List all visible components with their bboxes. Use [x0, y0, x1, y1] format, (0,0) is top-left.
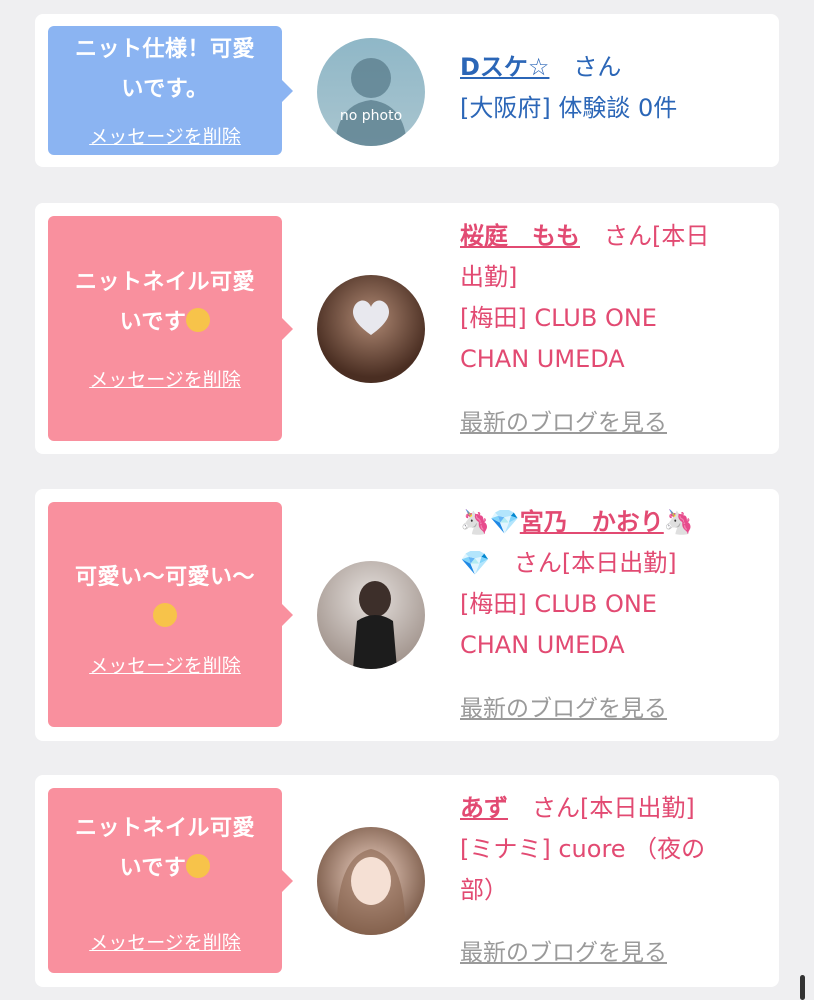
- smiling-hearts-emoji-icon: [186, 854, 211, 878]
- user-name-link[interactable]: Dスケ☆: [460, 53, 549, 81]
- smiling-hearts-emoji-icon: [153, 603, 177, 627]
- shop-area-cont: 部）: [460, 876, 508, 904]
- cast-info: 桜庭 もも さん[本日 出勤] [梅田] CLUB ONE CHAN UMEDA: [460, 216, 760, 380]
- avatar[interactable]: [317, 827, 425, 935]
- heart-icon: [352, 300, 390, 335]
- cast-name-link[interactable]: あず: [460, 794, 508, 822]
- latest-blog-link[interactable]: 最新のブログを見る: [460, 689, 667, 723]
- latest-blog-link[interactable]: 最新のブログを見る: [460, 403, 667, 437]
- message-text: 可愛い〜可愛い〜: [48, 502, 282, 638]
- delete-message-link[interactable]: メッセージを削除: [48, 928, 282, 955]
- message-card: 可愛い〜可愛い〜 メッセージを削除 🦄💎宮乃 かおり🦄 💎 さん[本日出勤] […: [35, 489, 779, 741]
- message-card: ニットネイル可愛 いです メッセージを削除 桜庭 もも さん[本日 出勤] [梅…: [35, 203, 779, 454]
- avatar[interactable]: [317, 275, 425, 383]
- user-area: [大阪府] 体験談 0件: [460, 94, 678, 122]
- diamond-emoji-icon: 💎: [460, 549, 490, 577]
- no-photo-label: no photo: [339, 108, 403, 124]
- delete-message-link[interactable]: メッセージを削除: [48, 122, 282, 149]
- message-bubble: ニット仕様！可愛 いです。 メッセージを削除: [48, 26, 293, 155]
- avatar[interactable]: no photo: [317, 38, 425, 146]
- cast-photo-icon: [336, 849, 406, 935]
- diamond-emoji-icon: 💎: [489, 508, 520, 536]
- scrollbar[interactable]: [800, 975, 805, 1000]
- delete-message-link[interactable]: メッセージを削除: [48, 365, 282, 392]
- cast-name-link[interactable]: 宮乃 かおり: [520, 508, 664, 536]
- message-card: ニットネイル可愛 いです メッセージを削除 あず さん[本日出勤] [ミナミ] …: [35, 775, 779, 987]
- cast-name-link[interactable]: 桜庭 もも: [460, 222, 580, 250]
- unicorn-emoji-icon: 🦄: [663, 508, 694, 536]
- shop-area: [梅田] CLUB ONE: [460, 304, 657, 332]
- message-text: ニット仕様！可愛 いです。: [74, 37, 255, 102]
- cast-info: あず さん[本日出勤] [ミナミ] cuore （夜の 部）: [460, 788, 760, 911]
- message-bubble: ニットネイル可愛 いです メッセージを削除: [48, 788, 293, 973]
- message-card: ニット仕様！可愛 いです。 メッセージを削除 no photo Dスケ☆ さん …: [35, 14, 779, 167]
- no-photo-silhouette-icon: [335, 58, 407, 146]
- message-bubble: ニットネイル可愛 いです メッセージを削除: [48, 216, 293, 441]
- user-info: Dスケ☆ さん [大阪府] 体験談 0件: [460, 47, 760, 129]
- shop-name: CHAN UMEDA: [460, 631, 625, 659]
- cast-photo-icon: [353, 581, 397, 669]
- latest-blog-link[interactable]: 最新のブログを見る: [460, 933, 667, 967]
- shop-name: CHAN UMEDA: [460, 345, 625, 373]
- delete-message-link[interactable]: メッセージを削除: [48, 651, 282, 678]
- message-text: ニットネイル可愛 いです: [74, 816, 255, 881]
- heart-eyes-emoji-icon: [186, 308, 211, 332]
- shop-area: [梅田] CLUB ONE: [460, 590, 657, 618]
- message-text: ニットネイル可愛 いです: [74, 270, 255, 335]
- cast-info: 🦄💎宮乃 かおり🦄 💎 さん[本日出勤] [梅田] CLUB ONE CHAN …: [460, 502, 760, 666]
- message-bubble: 可愛い〜可愛い〜 メッセージを削除: [48, 502, 293, 727]
- unicorn-emoji-icon: 🦄: [460, 508, 490, 536]
- shop-area: [ミナミ] cuore （夜の: [460, 835, 706, 863]
- avatar[interactable]: [317, 561, 425, 669]
